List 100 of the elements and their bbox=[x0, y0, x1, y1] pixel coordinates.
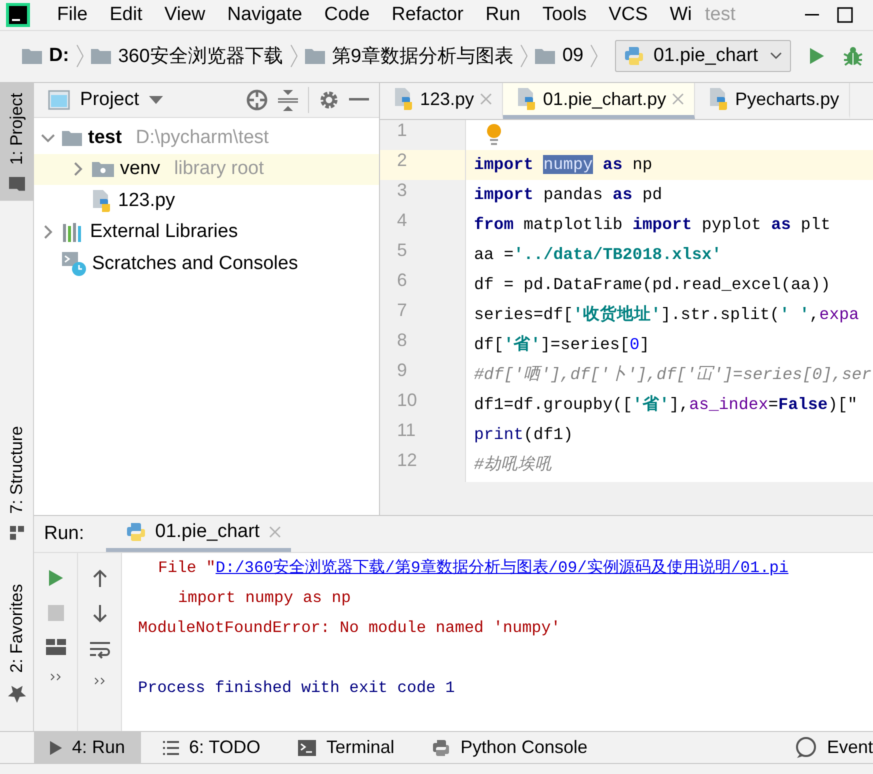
code-line: print(df1) bbox=[474, 424, 574, 446]
line-number: 10 bbox=[396, 390, 418, 412]
event-log-icon bbox=[794, 736, 817, 759]
settings-icon[interactable] bbox=[319, 90, 339, 110]
tool-window-tab[interactable]: Terminal bbox=[282, 732, 410, 764]
more-icon[interactable] bbox=[50, 673, 62, 682]
python-file-icon bbox=[517, 88, 538, 110]
lightbulb-icon bbox=[486, 124, 502, 146]
file-link[interactable]: D:/360安全浏览器下载/第9章数据分析与图表/09/实例源码及使用说明/01.pi bbox=[216, 559, 788, 578]
separator-icon bbox=[590, 44, 598, 68]
breadcrumb[interactable]: D: bbox=[18, 45, 74, 68]
rerun-icon[interactable] bbox=[48, 569, 64, 588]
hide-panel-icon[interactable] bbox=[349, 98, 369, 102]
line-number: 2 bbox=[380, 150, 465, 180]
side-tab[interactable]: 7: Structure bbox=[0, 416, 34, 550]
tool-window-tab[interactable]: Event bbox=[778, 732, 873, 764]
panel-title: Run: bbox=[43, 523, 86, 546]
more-icon[interactable] bbox=[94, 677, 106, 686]
menu-item[interactable]: Navigate bbox=[216, 4, 314, 26]
terminal-icon bbox=[298, 740, 316, 756]
folder-icon bbox=[535, 48, 556, 64]
menu-item[interactable]: Run bbox=[474, 4, 532, 26]
menu-item[interactable]: View bbox=[153, 4, 216, 26]
code-line: import pandas as pd bbox=[474, 184, 662, 206]
folder-icon bbox=[304, 48, 325, 64]
run-icon bbox=[50, 740, 62, 755]
dropdown-caret-icon bbox=[149, 96, 164, 104]
layout-icon[interactable] bbox=[46, 639, 66, 656]
line-number: 4 bbox=[396, 210, 408, 232]
code-line: df1=df.groupby(['省'],as_index=False)[" bbox=[474, 394, 858, 416]
code-line: series=df['收货地址'].str.split(' ',expa bbox=[474, 304, 859, 326]
line-number: 6 bbox=[396, 270, 408, 292]
console-line: Process finished with exit code 1 bbox=[138, 679, 455, 698]
tree-item[interactable]: Scratches and Consoles bbox=[34, 248, 379, 280]
side-tab[interactable]: 2: Favorites bbox=[0, 574, 34, 714]
editor-tab[interactable]: 01.pie_chart.py bbox=[503, 83, 696, 120]
run-tab[interactable]: 01.pie_chart bbox=[106, 516, 291, 552]
line-number: 1 bbox=[396, 120, 408, 142]
side-tab[interactable]: 1: Project bbox=[0, 83, 34, 201]
down-arrow-icon[interactable] bbox=[92, 605, 108, 624]
line-number: 5 bbox=[396, 240, 408, 262]
python-icon bbox=[624, 46, 644, 66]
menu-item[interactable]: Wi bbox=[658, 4, 703, 26]
menu-item[interactable]: Edit bbox=[98, 4, 154, 26]
debug-bug-icon[interactable] bbox=[843, 46, 864, 66]
folder-icon bbox=[91, 48, 112, 64]
python-file-icon bbox=[709, 88, 730, 110]
folder-icon bbox=[22, 48, 42, 64]
editor-tab[interactable]: Pyecharts.py bbox=[695, 83, 850, 120]
star-icon bbox=[8, 685, 26, 704]
menu-item[interactable]: Code bbox=[313, 4, 381, 26]
maximize-icon[interactable] bbox=[837, 6, 853, 23]
code-line: aa ='../data/TB2018.xlsx' bbox=[474, 244, 722, 266]
tool-window-tab[interactable]: Python Console bbox=[416, 732, 604, 764]
run-icon[interactable] bbox=[809, 47, 826, 66]
separator-icon bbox=[520, 44, 528, 68]
menu-item[interactable]: File bbox=[46, 4, 99, 26]
line-number: 9 bbox=[396, 360, 408, 382]
line-number: 8 bbox=[396, 330, 408, 352]
code-line: from matplotlib import pyplot as plt bbox=[474, 214, 830, 236]
breadcrumb[interactable]: 360安全浏览器下载 bbox=[87, 43, 287, 70]
soft-wrap-icon[interactable] bbox=[90, 641, 110, 660]
app-logo-icon bbox=[6, 2, 30, 27]
breadcrumb[interactable]: 第9章数据分析与图表 bbox=[300, 43, 518, 70]
window-title: test bbox=[704, 4, 736, 26]
code-line: df['省']=series[0] bbox=[474, 334, 650, 356]
console-line: File "D:/360安全浏览器下载/第9章数据分析与图表/09/实例源码及使用说明/01.pi bbox=[158, 559, 788, 578]
line-number: 11 bbox=[396, 420, 417, 442]
scratches-icon bbox=[62, 252, 86, 276]
collapse-all-icon[interactable] bbox=[278, 89, 298, 112]
tree-item[interactable]: venv library root bbox=[34, 154, 379, 186]
line-number: 12 bbox=[396, 450, 418, 472]
structure-icon bbox=[10, 526, 24, 540]
code-line: import numpy as np bbox=[474, 154, 652, 176]
tree-item[interactable]: 123.py bbox=[34, 185, 379, 217]
library-icon bbox=[62, 222, 84, 242]
menu-item[interactable]: Refactor bbox=[380, 4, 474, 26]
tree-item[interactable]: External Libraries bbox=[34, 216, 379, 248]
breadcrumb[interactable]: 09 bbox=[531, 45, 588, 68]
separator-icon bbox=[290, 44, 298, 68]
tool-window-tab[interactable]: 4: Run bbox=[34, 732, 142, 764]
editor-tab[interactable]: 123.py bbox=[380, 83, 504, 120]
list-icon bbox=[163, 740, 180, 755]
menu-item[interactable]: VCS bbox=[598, 4, 659, 26]
locate-icon[interactable] bbox=[246, 89, 268, 112]
dropdown-caret-icon bbox=[770, 52, 782, 60]
menu-item[interactable]: Tools bbox=[531, 4, 598, 26]
tree-item[interactable]: test D:\pycharm\test bbox=[34, 122, 379, 154]
panel-icon bbox=[48, 90, 70, 110]
line-number: 7 bbox=[396, 300, 408, 322]
minimize-icon[interactable] bbox=[805, 14, 819, 16]
console-line: import numpy as np bbox=[178, 589, 351, 608]
folder-icon bbox=[9, 176, 25, 191]
python-icon bbox=[432, 738, 450, 757]
python-file-icon bbox=[394, 88, 414, 110]
tool-window-tab[interactable]: 6: TODO bbox=[147, 732, 276, 764]
up-arrow-icon[interactable] bbox=[92, 569, 108, 588]
folder-icon bbox=[92, 161, 114, 178]
folder-icon bbox=[62, 130, 82, 146]
run-configuration-dropdown[interactable]: 01.pie_chart bbox=[615, 40, 792, 72]
